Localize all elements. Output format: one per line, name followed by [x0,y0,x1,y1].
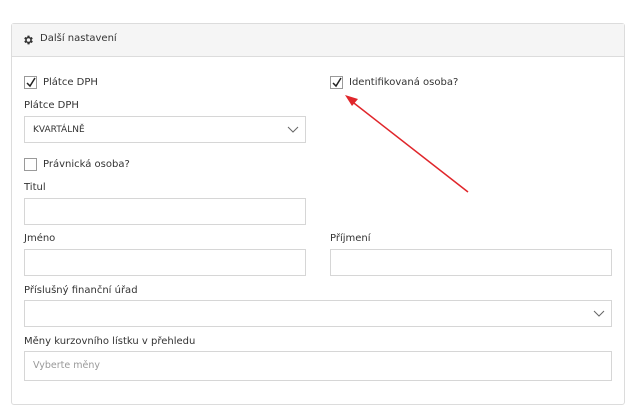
checkmark-icon [332,77,342,88]
legal-entity-checkbox[interactable] [24,158,37,171]
currencies-placeholder: Vyberte měny [33,360,100,371]
chevron-down-icon [593,310,605,317]
first-name-input[interactable] [24,249,306,276]
title-label: Titul [24,182,46,193]
title-input[interactable] [24,198,306,225]
identified-person-checkbox[interactable] [330,76,343,89]
last-name-input[interactable] [330,249,612,276]
tax-office-label: Příslušný finanční úřad [24,285,138,296]
vat-period-label: Plátce DPH [24,100,79,111]
currencies-label: Měny kurzovního lístku v přehledu [24,336,196,347]
checkmark-icon [26,77,36,88]
tax-office-select[interactable] [24,300,612,327]
panel-header: Další nastavení [12,24,624,57]
legal-entity-label: Právnická osoba? [43,159,130,170]
panel-title: Další nastavení [40,33,117,44]
vat-payer-checkbox[interactable] [24,76,37,89]
gear-icon [24,35,33,45]
currencies-multiselect[interactable]: Vyberte měny [24,351,612,381]
vat-payer-label: Plátce DPH [43,77,98,88]
vat-period-select[interactable]: KVARTÁLNĚ [24,116,306,143]
vat-period-value: KVARTÁLNĚ [33,125,85,135]
first-name-label: Jméno [24,233,56,244]
identified-person-label: Identifikovaná osoba? [349,77,459,88]
last-name-label: Příjmení [330,233,371,244]
chevron-down-icon [287,126,299,133]
